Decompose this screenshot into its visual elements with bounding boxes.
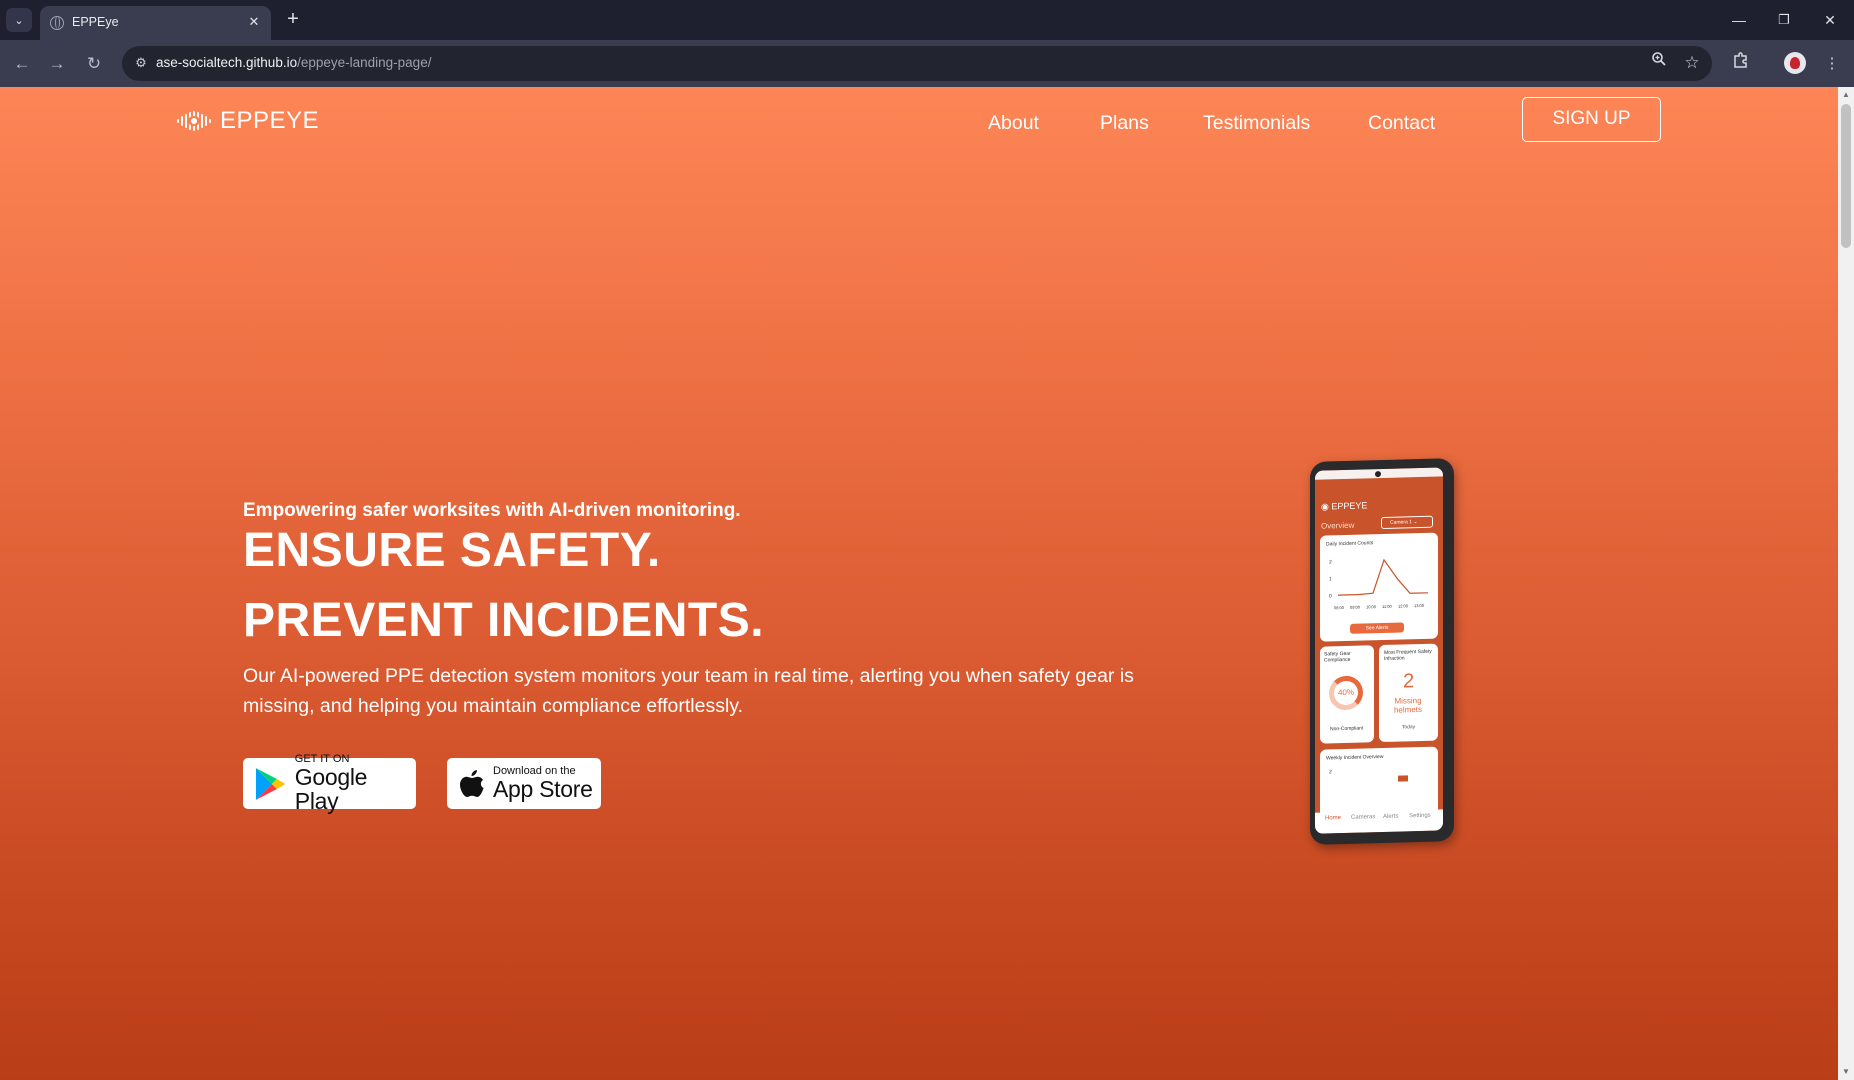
- phone-weekly-card: Weekly Incident Overview 2: [1320, 746, 1438, 820]
- page-scrollbar[interactable]: ▲ ▼: [1838, 87, 1854, 1080]
- close-window-icon[interactable]: ✕: [1818, 8, 1842, 32]
- reload-icon[interactable]: ↻: [81, 51, 107, 77]
- phone-nav-cameras: Cameras: [1351, 814, 1376, 821]
- phone-status-bar: [1315, 467, 1443, 480]
- phone-nav-settings: Settings: [1409, 812, 1431, 820]
- phone-logo: ◉ EPPEYE: [1321, 500, 1368, 512]
- site-logo[interactable]: EPPEYE: [176, 107, 319, 135]
- eye-logo-icon: [177, 111, 211, 131]
- forward-icon[interactable]: →: [44, 51, 70, 77]
- phone-see-alerts-button: See Alerts: [1350, 622, 1404, 634]
- phone-x-tick: 08:00: [1334, 604, 1345, 611]
- phone-infraction-period: Today: [1401, 724, 1416, 731]
- more-icon[interactable]: ⋮: [1819, 51, 1845, 77]
- scroll-up-icon[interactable]: ▲: [1841, 90, 1851, 100]
- browser-tab-bar: ⌄ EPPEye ✕ + — ❐ ✕: [0, 0, 1854, 40]
- hero-tagline: Empowering safer worksites with AI-drive…: [243, 500, 741, 521]
- avatar[interactable]: [1784, 52, 1806, 74]
- app-store-big: App Store: [493, 776, 593, 802]
- tab-title: EPPEye: [72, 15, 119, 29]
- phone-daily-card: Daily Incident Counts 2 1 0 08:00 09:00 …: [1320, 532, 1438, 642]
- phone-overview-label: Overview: [1321, 520, 1355, 531]
- close-icon[interactable]: ✕: [245, 13, 263, 31]
- apple-icon: [460, 769, 484, 797]
- phone-x-tick: 12:00: [1398, 603, 1409, 609]
- tab-list-icon[interactable]: ⌄: [6, 8, 32, 32]
- phone-gear-donut: 40%: [1329, 675, 1363, 711]
- phone-weekly-title: Weekly Incident Overview: [1326, 753, 1384, 762]
- back-icon[interactable]: ←: [9, 51, 35, 77]
- phone-daily-title: Daily Incident Counts: [1326, 540, 1374, 548]
- nav-about[interactable]: About: [988, 112, 1039, 135]
- hero-headline-2: PREVENT INCIDENTS.: [243, 594, 765, 647]
- phone-x-tick: 10:00: [1366, 604, 1377, 610]
- address-bar[interactable]: ⚙ ase-socialtech.github.io/eppeye-landin…: [122, 46, 1712, 81]
- phone-y-tick: 0: [1329, 593, 1332, 600]
- logo-text: EPPEYE: [220, 107, 320, 134]
- phone-gear-title: Safety Gear Compliance: [1324, 650, 1351, 664]
- extensions-icon[interactable]: [1728, 51, 1754, 77]
- phone-infraction-label: Missing helmets: [1393, 695, 1422, 715]
- scroll-down-icon[interactable]: ▼: [1841, 1067, 1851, 1077]
- camera-icon: [1375, 471, 1381, 478]
- phone-nav-alerts: Alerts: [1383, 813, 1399, 820]
- nav-contact[interactable]: Contact: [1368, 112, 1435, 135]
- phone-y-tick: 2: [1329, 559, 1332, 566]
- nav-plans[interactable]: Plans: [1100, 112, 1149, 135]
- page-viewport: EPPEYE About Plans Testimonials Contact …: [0, 87, 1838, 1080]
- phone-line-chart: [1338, 558, 1428, 596]
- app-store-button[interactable]: Download on the App Store: [447, 758, 601, 809]
- phone-x-tick: 13:00: [1414, 602, 1425, 609]
- globe-icon: [50, 16, 64, 30]
- browser-toolbar: ← → ↻ ⚙ ase-socialtech.github.io/eppeye-…: [0, 40, 1854, 87]
- plus-icon[interactable]: +: [281, 8, 305, 32]
- minimize-icon[interactable]: —: [1727, 8, 1751, 32]
- phone-x-tick: 11:00: [1382, 603, 1392, 609]
- phone-gear-label: Non-Compliant: [1330, 725, 1364, 733]
- phone-infraction-count: 2: [1402, 670, 1415, 693]
- zoom-icon[interactable]: [1647, 51, 1671, 75]
- phone-y-tick: 1: [1329, 576, 1332, 583]
- hero-description: Our AI-powered PPE detection system moni…: [243, 665, 1134, 717]
- phone-weekly-tick: 2: [1329, 769, 1332, 776]
- phone-nav-home: Home: [1325, 815, 1342, 822]
- restore-icon[interactable]: ❐: [1772, 8, 1796, 32]
- phone-bottom-nav: Home Cameras Alerts Settings: [1315, 809, 1443, 834]
- google-play-big: Google Play: [294, 764, 368, 814]
- phone-gear-card: Safety Gear Compliance 40% Non-Compliant: [1320, 645, 1374, 744]
- star-icon[interactable]: ☆: [1680, 51, 1704, 75]
- scroll-thumb[interactable]: [1841, 104, 1851, 248]
- phone-weekly-bar: [1398, 775, 1408, 782]
- google-play-icon: [255, 767, 285, 800]
- signup-button[interactable]: SIGN UP: [1522, 97, 1661, 142]
- nav-testimonials[interactable]: Testimonials: [1203, 112, 1310, 135]
- site-info-icon[interactable]: ⚙: [129, 51, 153, 75]
- phone-infraction-title: Most Frequent Safety Infraction: [1384, 648, 1432, 662]
- phone-mockup: ◉ EPPEYE Overview Camera 1 ⌄ Daily Incid…: [1310, 458, 1454, 845]
- phone-camera-select: Camera 1 ⌄: [1381, 515, 1433, 530]
- browser-tab[interactable]: EPPEye ✕: [40, 6, 271, 40]
- phone-infraction-card: Most Frequent Safety Infraction 2 Missin…: [1379, 643, 1438, 743]
- phone-screen: ◉ EPPEYE Overview Camera 1 ⌄ Daily Incid…: [1315, 467, 1443, 834]
- phone-x-tick: 09:00: [1350, 604, 1361, 610]
- google-play-button[interactable]: GET IT ON Google Play: [243, 754, 416, 813]
- url-text[interactable]: ase-socialtech.github.io/eppeye-landing-…: [156, 55, 431, 70]
- hero-headline-1: ENSURE SAFETY.: [243, 524, 661, 577]
